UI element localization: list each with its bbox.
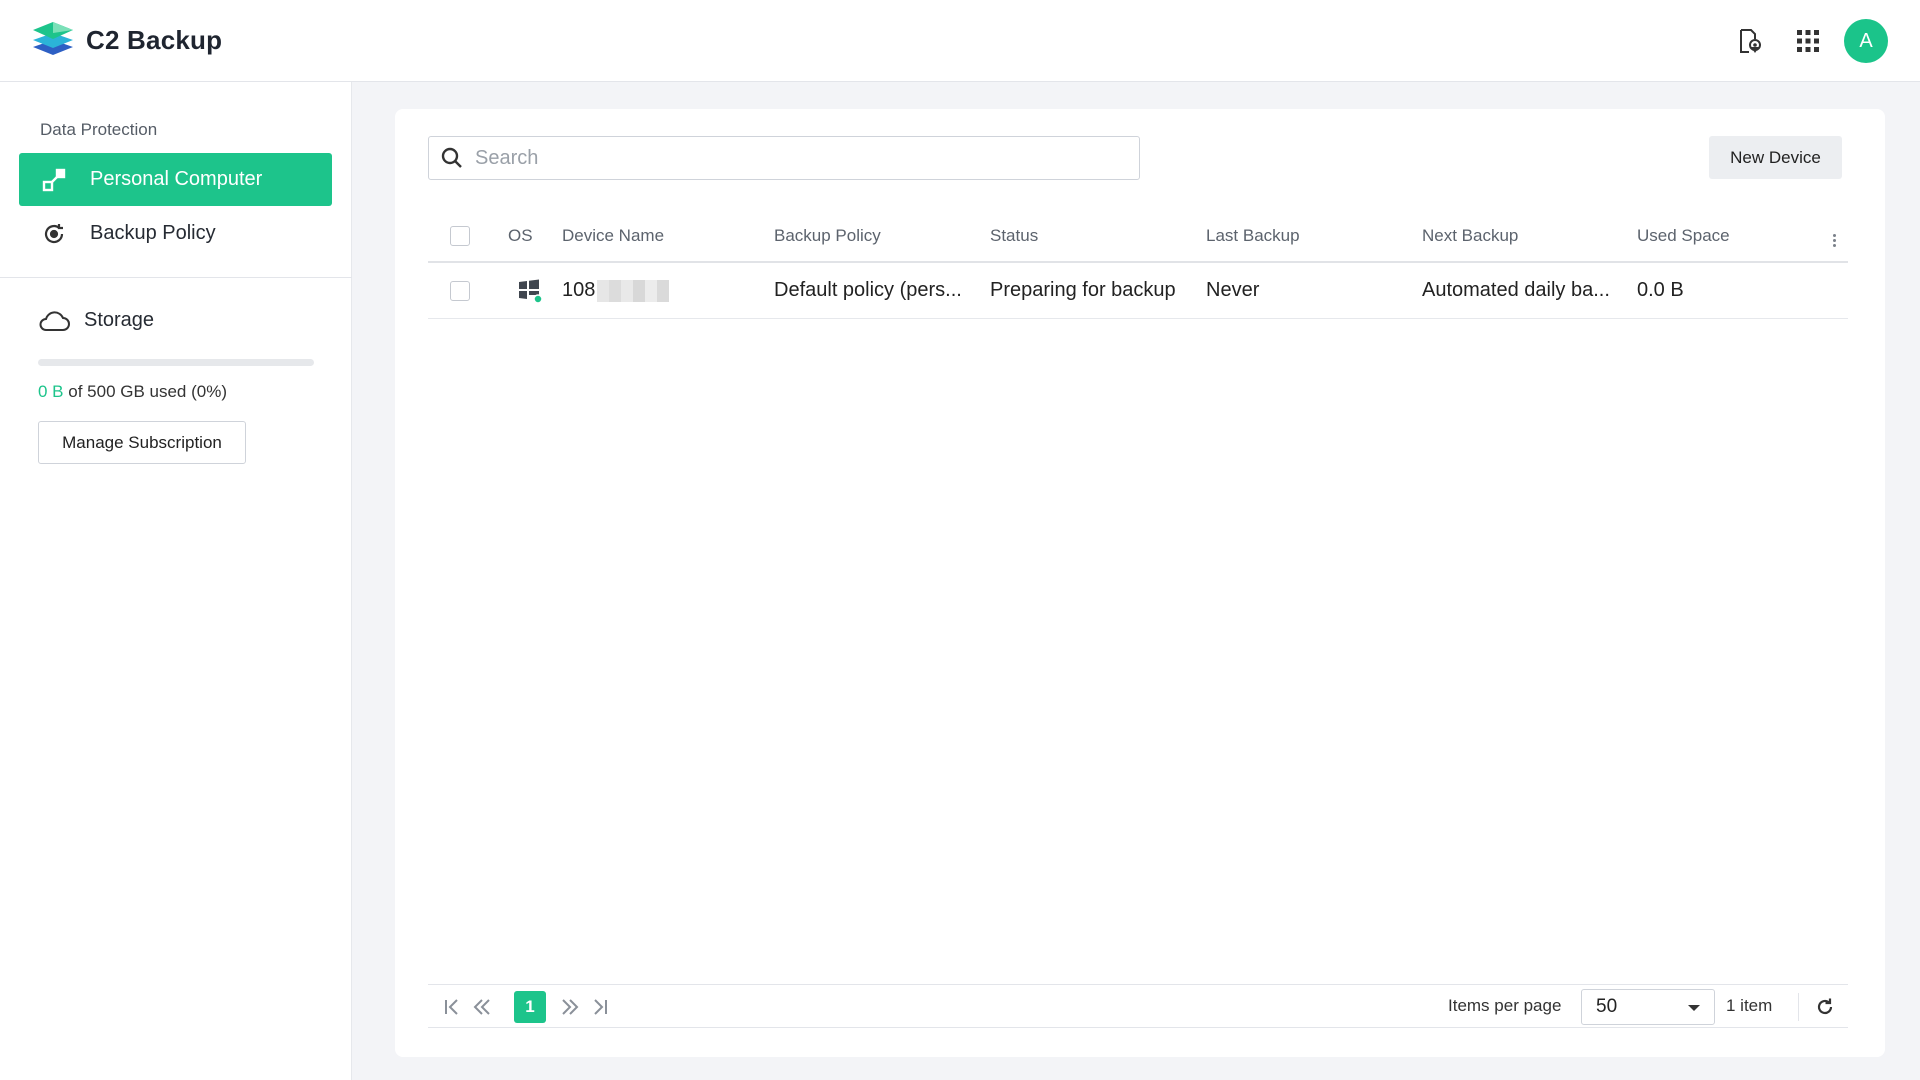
column-header-os[interactable]: OS: [508, 210, 533, 261]
top-bar: C2 Backup A: [0, 0, 1920, 82]
page-number-button[interactable]: 1: [514, 991, 546, 1023]
previous-page-icon[interactable]: [468, 993, 496, 1021]
sidebar-item-label: Backup Policy: [90, 222, 216, 244]
brand[interactable]: C2 Backup: [32, 20, 222, 61]
pager-divider: [1798, 993, 1799, 1021]
search-icon: [441, 146, 465, 170]
items-per-page-select[interactable]: 50: [1581, 989, 1715, 1025]
column-header-device-name[interactable]: Device Name: [562, 210, 664, 261]
last-backup-cell: Never: [1206, 279, 1260, 301]
storage-usage-text: 0 B of 500 GB used (0%): [38, 382, 227, 402]
next-page-icon[interactable]: [556, 993, 584, 1021]
next-backup-cell: Automated daily ba...: [1422, 279, 1610, 301]
item-count: 1 item: [1726, 996, 1773, 1015]
column-header-last-backup[interactable]: Last Backup: [1206, 210, 1300, 261]
redacted-text: [597, 279, 670, 302]
items-per-page-value: 50: [1596, 996, 1618, 1017]
sidebar-divider: [0, 277, 352, 278]
row-select-cell: [450, 263, 470, 318]
column-header-backup-policy[interactable]: Backup Policy: [774, 210, 881, 261]
select-all-cell: [450, 210, 470, 261]
location-file-icon[interactable]: [1728, 19, 1772, 63]
row-checkbox[interactable]: [450, 280, 470, 301]
c2-backup-logo-icon: [32, 20, 74, 61]
search-box[interactable]: [428, 136, 1140, 180]
backup-policy-icon: [41, 221, 67, 247]
sidebar-item-label: Personal Computer: [90, 168, 263, 190]
select-all-checkbox[interactable]: [450, 225, 470, 246]
column-header-status[interactable]: Status: [990, 210, 1038, 261]
backup-policy-cell: Default policy (pers...: [774, 279, 962, 301]
first-page-icon[interactable]: [438, 993, 466, 1021]
sidebar: Data Protection Personal Computer Backup…: [0, 82, 352, 1080]
computer-link-icon: [41, 167, 67, 193]
used-space-cell: 0.0 B: [1637, 279, 1684, 301]
column-options-icon[interactable]: [1828, 228, 1840, 252]
items-per-page-label: Items per page: [1448, 996, 1562, 1015]
cloud-icon: [38, 307, 70, 333]
devices-panel: New Device OS Device Name Backup Policy …: [395, 109, 1885, 1057]
table-header: OS Device Name Backup Policy Status Last…: [428, 210, 1848, 263]
windows-icon: [517, 263, 543, 318]
status-cell: Preparing for backup: [990, 279, 1176, 301]
pagination-bar: 1 Items per page 50 1 item: [428, 984, 1848, 1028]
manage-subscription-button[interactable]: Manage Subscription: [38, 421, 246, 464]
storage-usage-rest: of 500 GB used (0%): [63, 382, 228, 401]
column-header-next-backup[interactable]: Next Backup: [1422, 210, 1518, 261]
device-name-cell: 108: [562, 263, 670, 318]
storage-used-value: 0 B: [38, 382, 64, 401]
app-title: C2 Backup: [86, 25, 223, 55]
section-label-data-protection: Data Protection: [40, 120, 158, 139]
new-device-button[interactable]: New Device: [1709, 136, 1842, 179]
storage-label: Storage: [84, 308, 155, 331]
refresh-icon[interactable]: [1811, 993, 1839, 1021]
table-row[interactable]: 108 Default policy (pers... Preparing fo…: [428, 263, 1848, 319]
sidebar-item-personal-computer[interactable]: Personal Computer: [19, 153, 332, 206]
last-page-icon[interactable]: [586, 993, 614, 1021]
search-input[interactable]: [475, 146, 1115, 170]
storage-header: Storage: [38, 307, 154, 333]
storage-progress-bar: [38, 359, 314, 366]
device-name: 108: [562, 279, 596, 301]
sidebar-item-backup-policy[interactable]: Backup Policy: [19, 207, 332, 260]
caret-down-icon: [1688, 1005, 1700, 1011]
column-header-used-space[interactable]: Used Space: [1637, 210, 1730, 261]
user-avatar[interactable]: A: [1844, 19, 1888, 63]
apps-grid-icon[interactable]: [1786, 19, 1830, 63]
devices-table: OS Device Name Backup Policy Status Last…: [428, 210, 1848, 319]
